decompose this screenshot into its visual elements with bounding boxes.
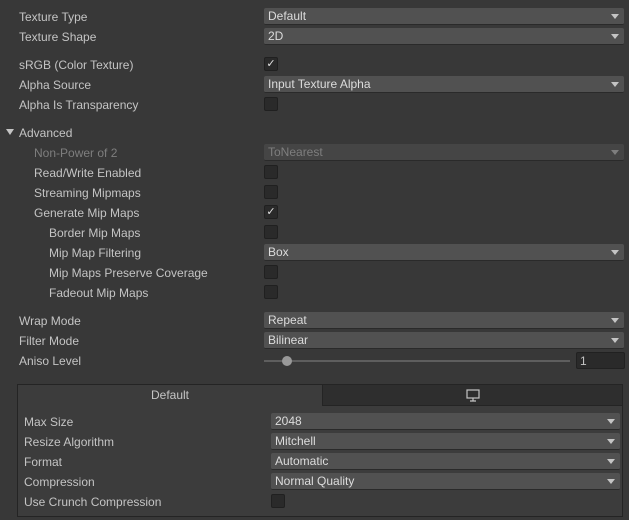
use-crunch-compression-row: Use Crunch Compression — [18, 492, 622, 512]
chevron-down-icon — [611, 250, 619, 255]
alpha-source-label: Alpha Source — [19, 78, 92, 92]
tab-default[interactable]: Default — [18, 385, 322, 406]
checkmark-icon: ✓ — [266, 206, 276, 218]
filter-mode-label: Filter Mode — [19, 334, 80, 348]
checkmark-icon: ✓ — [266, 58, 276, 70]
wrap-mode-label: Wrap Mode — [19, 314, 81, 328]
filter-mode-dropdown[interactable]: Bilinear — [264, 332, 624, 349]
srgb-color-texture-row: sRGB (Color Texture) ✓ — [0, 55, 629, 75]
use-crunch-compression-checkbox[interactable] — [271, 494, 285, 508]
compression-label: Compression — [24, 475, 95, 489]
chevron-down-icon — [611, 318, 619, 323]
aniso-slider-track[interactable] — [264, 360, 570, 362]
format-dropdown[interactable]: Automatic — [271, 453, 620, 470]
chevron-down-icon — [607, 419, 615, 424]
border-mip-maps-checkbox[interactable] — [264, 225, 278, 239]
fadeout-mip-maps-label: Fadeout Mip Maps — [49, 286, 149, 300]
texture-shape-dropdown[interactable]: 2D — [264, 28, 624, 45]
texture-type-label: Texture Type — [19, 10, 88, 24]
filter-mode-row: Filter Mode Bilinear — [0, 331, 629, 351]
wrap-mode-dropdown[interactable]: Repeat — [264, 312, 624, 329]
aniso-level-field[interactable]: 1 — [576, 352, 625, 369]
format-label: Format — [24, 455, 63, 469]
srgb-color-texture-label: sRGB (Color Texture) — [19, 58, 134, 72]
non-power-of-2-row: Non-Power of 2 ToNearest — [0, 143, 629, 163]
alpha-is-transparency-checkbox[interactable] — [264, 97, 278, 111]
border-mip-maps-label: Border Mip Maps — [49, 226, 141, 240]
read-write-enabled-row: Read/Write Enabled — [0, 163, 629, 183]
compression-dropdown[interactable]: Normal Quality — [271, 473, 620, 490]
alpha-is-transparency-row: Alpha Is Transparency — [0, 95, 629, 115]
advanced-label: Advanced — [19, 126, 73, 140]
fadeout-mip-maps-row: Fadeout Mip Maps — [0, 283, 629, 303]
chevron-down-icon — [607, 439, 615, 444]
border-mip-maps-row: Border Mip Maps — [0, 223, 629, 243]
alpha-source-row: Alpha Source Input Texture Alpha — [0, 75, 629, 95]
chevron-down-icon — [611, 338, 619, 343]
mip-maps-preserve-coverage-row: Mip Maps Preserve Coverage — [0, 263, 629, 283]
chevron-down-icon — [611, 14, 619, 19]
texture-shape-label: Texture Shape — [19, 30, 97, 44]
max-size-label: Max Size — [24, 415, 74, 429]
aniso-level-label: Aniso Level — [19, 354, 82, 368]
monitor-icon — [465, 389, 480, 402]
mip-maps-preserve-coverage-label: Mip Maps Preserve Coverage — [49, 266, 208, 280]
aniso-level-row: Aniso Level 1 — [0, 351, 629, 371]
streaming-mipmaps-row: Streaming Mipmaps — [0, 183, 629, 203]
resize-algorithm-row: Resize Algorithm Mitchell — [18, 432, 622, 452]
advanced-foldout[interactable]: Advanced — [0, 123, 629, 143]
resize-algorithm-dropdown[interactable]: Mitchell — [271, 433, 620, 450]
aniso-slider-knob[interactable] — [282, 356, 292, 366]
generate-mip-maps-checkbox[interactable]: ✓ — [264, 205, 278, 219]
non-power-of-2-label: Non-Power of 2 — [34, 146, 118, 160]
tab-standalone[interactable] — [322, 385, 622, 406]
generate-mip-maps-row: Generate Mip Maps ✓ — [0, 203, 629, 223]
compression-row: Compression Normal Quality — [18, 472, 622, 492]
chevron-down-icon — [607, 479, 615, 484]
chevron-down-icon — [611, 150, 619, 155]
wrap-mode-row: Wrap Mode Repeat — [0, 311, 629, 331]
max-size-dropdown[interactable]: 2048 — [271, 413, 620, 430]
platform-settings-panel: Default Max Size 2048 Resize Algorithm Mitc… — [17, 384, 623, 517]
texture-shape-row: Texture Shape 2D — [0, 27, 629, 47]
resize-algorithm-label: Resize Algorithm — [24, 435, 115, 449]
alpha-source-dropdown[interactable]: Input Texture Alpha — [264, 76, 624, 93]
mip-map-filtering-row: Mip Map Filtering Box — [0, 243, 629, 263]
srgb-color-texture-checkbox[interactable]: ✓ — [264, 57, 278, 71]
alpha-is-transparency-label: Alpha Is Transparency — [19, 98, 139, 112]
read-write-enabled-checkbox[interactable] — [264, 165, 278, 179]
chevron-down-icon — [611, 34, 619, 39]
streaming-mipmaps-label: Streaming Mipmaps — [34, 186, 141, 200]
texture-type-row: Texture Type Default — [0, 7, 629, 27]
fadeout-mip-maps-checkbox[interactable] — [264, 285, 278, 299]
format-row: Format Automatic — [18, 452, 622, 472]
max-size-row: Max Size 2048 — [18, 412, 622, 432]
streaming-mipmaps-checkbox[interactable] — [264, 185, 278, 199]
mip-map-filtering-label: Mip Map Filtering — [49, 246, 142, 260]
chevron-down-icon — [607, 459, 615, 464]
chevron-down-icon — [611, 82, 619, 87]
mip-maps-preserve-coverage-checkbox[interactable] — [264, 265, 278, 279]
generate-mip-maps-label: Generate Mip Maps — [34, 206, 140, 220]
use-crunch-compression-label: Use Crunch Compression — [24, 495, 162, 509]
non-power-of-2-dropdown: ToNearest — [264, 144, 624, 161]
mip-map-filtering-dropdown[interactable]: Box — [264, 244, 624, 261]
texture-type-dropdown[interactable]: Default — [264, 8, 624, 25]
read-write-enabled-label: Read/Write Enabled — [34, 166, 142, 180]
foldout-arrow-icon — [6, 129, 14, 135]
